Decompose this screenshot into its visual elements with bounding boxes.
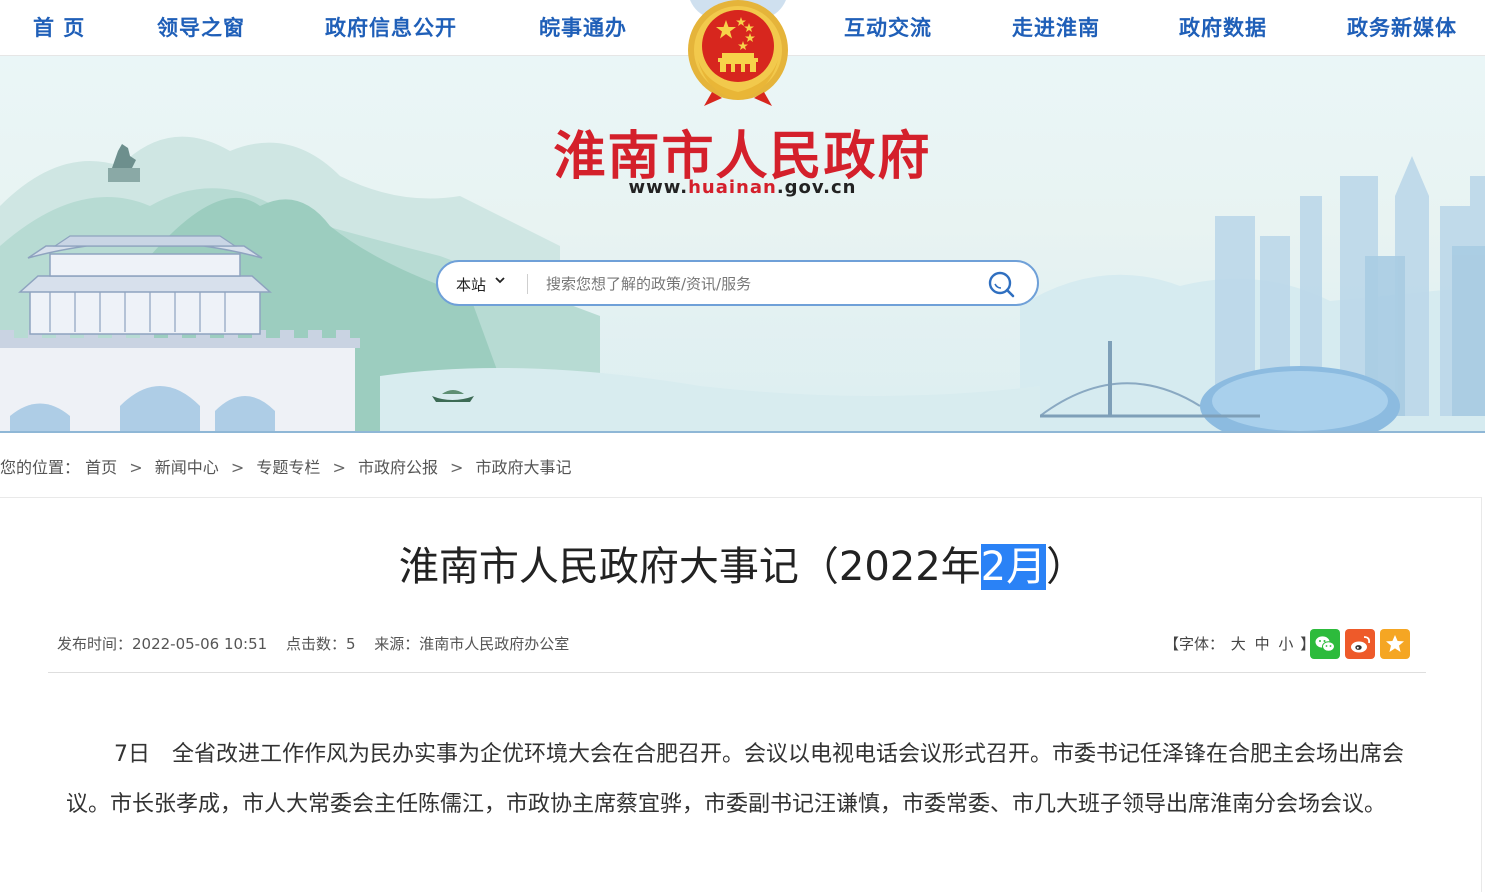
favorite-icon[interactable]: [1380, 629, 1410, 659]
breadcrumb-gazette[interactable]: 市政府公报: [358, 458, 438, 477]
breadcrumb-separator: >: [230, 458, 245, 477]
click-count: 点击数：5: [285, 635, 356, 653]
breadcrumb-home[interactable]: 首页: [85, 458, 117, 477]
font-size-small[interactable]: 小: [1278, 635, 1293, 653]
article-body: 7日 全省改进工作作风为民办实事为企优环境大会在合肥召开。会议以电视电话会议形式…: [66, 730, 1416, 830]
breadcrumb-news-center[interactable]: 新闻中心: [155, 458, 219, 477]
wechat-icon[interactable]: [1310, 629, 1340, 659]
national-emblem-icon: [682, 0, 794, 108]
font-size-switcher: 【字体： 大 中 小 】: [1164, 633, 1315, 654]
site-url-suffix: .gov.cn: [776, 177, 857, 198]
breadcrumb: 您的位置： 首页 > 新闻中心 > 专题专栏 > 市政府公报 > 市政府大事记: [0, 454, 572, 478]
breadcrumb-separator: >: [332, 458, 346, 477]
article-source: 来源：淮南市人民政府办公室: [374, 635, 570, 653]
search-divider: [527, 274, 528, 294]
breadcrumb-separator: >: [129, 458, 143, 477]
article-paragraph: 7日 全省改进工作作风为民办实事为企优环境大会在合肥召开。会议以电视电话会议形式…: [66, 742, 1405, 817]
nav-item-leaders[interactable]: 领导之窗: [157, 12, 245, 42]
search-input[interactable]: [546, 270, 976, 298]
nav-item-gov-data[interactable]: 政府数据: [1179, 12, 1267, 42]
article-title-selected-text: 2月: [980, 544, 1047, 590]
site-url-highlight: huainan: [688, 177, 777, 198]
breadcrumb-separator: >: [450, 458, 464, 477]
scenery-illustration: [0, 136, 1485, 431]
breadcrumb-prefix: 您的位置：: [0, 458, 81, 477]
nav-item-gov-info[interactable]: 政府信息公开: [325, 12, 457, 42]
nav-item-home[interactable]: 首 页: [33, 12, 85, 42]
weibo-icon[interactable]: [1345, 629, 1375, 659]
site-url-prefix: www.: [628, 177, 689, 198]
search-scope-select[interactable]: 本站: [456, 274, 486, 295]
chevron-down-icon[interactable]: [495, 275, 505, 288]
site-url: www.huainan.gov.cn: [0, 177, 1485, 198]
article-title-end: ）: [1046, 544, 1087, 590]
header-banner: 淮南市人民政府 www.huainan.gov.cn 本站: [0, 56, 1485, 433]
breadcrumb-special-topics[interactable]: 专题专栏: [256, 458, 320, 477]
article-divider: [48, 672, 1426, 673]
nav-item-services[interactable]: 皖事通办: [539, 12, 627, 42]
nav-item-interaction[interactable]: 互动交流: [844, 12, 932, 42]
nav-item-new-media[interactable]: 政务新媒体: [1347, 12, 1457, 42]
article-title: 淮南市人民政府大事记（2022年2月）: [0, 534, 1485, 592]
font-size-large[interactable]: 大: [1231, 635, 1246, 653]
font-size-medium[interactable]: 中: [1255, 635, 1270, 653]
search-bar: 本站: [436, 260, 1039, 306]
publish-time: 发布时间：2022-05-06 10:51: [57, 635, 268, 653]
font-size-label: 【字体：: [1164, 635, 1225, 653]
search-icon[interactable]: [986, 269, 1016, 299]
article-meta: 发布时间：2022-05-06 10:51 点击数：5 来源：淮南市人民政府办公…: [57, 633, 583, 654]
breadcrumb-chronicle[interactable]: 市政府大事记: [476, 458, 572, 477]
nav-item-about-city[interactable]: 走进淮南: [1012, 12, 1100, 42]
article-title-main: 淮南市人民政府大事记（2022年: [398, 544, 981, 590]
